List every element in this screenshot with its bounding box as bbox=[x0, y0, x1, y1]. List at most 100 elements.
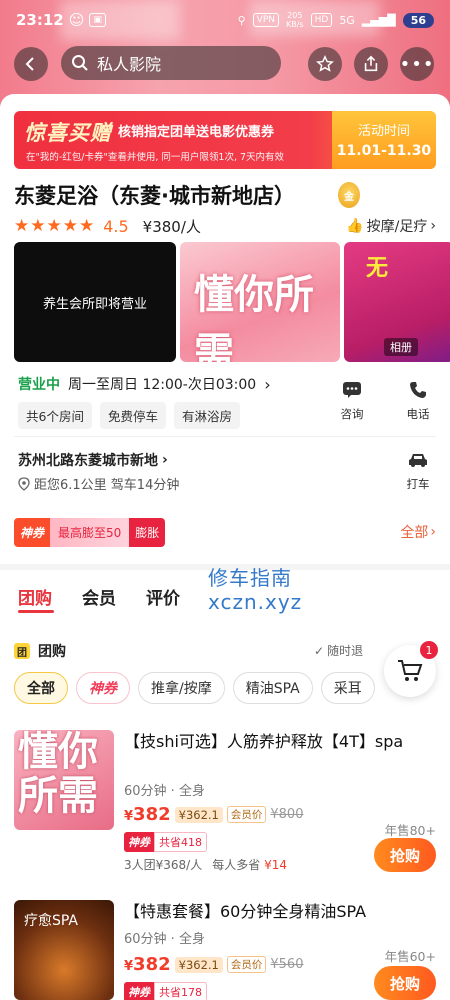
deal-image-text: 疗愈SPA bbox=[24, 913, 79, 929]
category-label: 按摩/足疗 bbox=[366, 219, 428, 235]
deal-title: 【技shi可选】人筋养护释放【4T】spa bbox=[124, 732, 404, 751]
buy-button[interactable]: 抢购 bbox=[374, 966, 436, 1000]
favorite-button[interactable] bbox=[308, 47, 342, 81]
filter-chip-oil-spa[interactable]: 精油SPA bbox=[232, 672, 313, 704]
photo-carousel[interactable]: 养生会所即将营业 懂你所需 无 相册 bbox=[14, 242, 450, 362]
deal-savings[interactable]: 神券 共省418 bbox=[124, 832, 207, 852]
album-label[interactable]: 相册 bbox=[384, 338, 418, 356]
deal-image: 疗愈SPA bbox=[14, 900, 114, 1000]
coupon-bar[interactable]: 神券 最高膨至50 膨胀 全部 › bbox=[14, 516, 436, 548]
location-icon: ⚲ bbox=[237, 13, 246, 27]
network-speed: 205 KB/s bbox=[286, 11, 304, 29]
chevron-left-icon bbox=[25, 57, 34, 71]
filter-chip-ear[interactable]: 采耳 bbox=[320, 672, 375, 704]
deal-price: ¥382 bbox=[124, 954, 171, 975]
feature-chip: 共6个房间 bbox=[18, 402, 92, 429]
shop-photo[interactable]: 无 相册 bbox=[344, 242, 450, 362]
phone-button[interactable]: 电话 bbox=[396, 378, 440, 422]
feature-chip: 免费停车 bbox=[99, 402, 166, 429]
search-bar[interactable]: 私人影院 bbox=[61, 46, 281, 80]
active-tab-indicator bbox=[18, 610, 54, 613]
filter-chip-massage[interactable]: 推拿/按摩 bbox=[138, 672, 225, 704]
watermark-line: 修车指南 bbox=[208, 566, 292, 590]
promo-banner[interactable]: 惊喜买赠 核销指定团单送电影优惠券 在"我的-红包/卡券"查看并使用, 同一用户… bbox=[14, 111, 436, 169]
all-coupons-link[interactable]: 全部 › bbox=[400, 522, 436, 542]
deal-savings[interactable]: 神券 共省178 bbox=[124, 982, 207, 1000]
status-bar: 23:12 ☺ ▣ ⚲ VPN 205 KB/s HD 5G ▂▄▆█ 56 bbox=[0, 0, 450, 40]
chevron-right-icon: › bbox=[264, 374, 271, 394]
deal-original-price: ¥800 bbox=[270, 807, 304, 822]
watermark-line: xczn.xyz bbox=[208, 590, 303, 614]
team-price: 3人团¥368/人 bbox=[124, 858, 203, 872]
deal-vip-price: ¥362.1 bbox=[174, 806, 223, 823]
promo-note: 在"我的-红包/卡券"查看并使用, 同一用户限领1次, 7天内有效 bbox=[26, 152, 285, 163]
group-buy-title: 团购 bbox=[38, 644, 66, 660]
filter-chip-all[interactable]: 全部 bbox=[14, 672, 68, 704]
address-text: 苏州北路东菱城市新地 bbox=[18, 453, 158, 469]
notification-icon: ▣ bbox=[89, 13, 106, 27]
status-time: 23:12 bbox=[16, 11, 64, 29]
photo-caption: 懂你所需 bbox=[194, 271, 314, 362]
watermark: 修车指南 xczn.xyz bbox=[208, 566, 302, 614]
team-buy-info: 3人团¥368/人 每人多省 ¥14 bbox=[124, 856, 287, 873]
consult-label: 咨询 bbox=[340, 407, 364, 421]
share-icon bbox=[364, 55, 378, 72]
deal-vip-price: ¥362.1 bbox=[174, 956, 223, 973]
promo-period-label: 活动时间 bbox=[357, 124, 410, 139]
share-button[interactable] bbox=[354, 47, 388, 81]
shop-photo[interactable]: 懂你所需 bbox=[180, 242, 340, 362]
search-text: 私人影院 bbox=[97, 55, 162, 74]
promo-headline: 核销指定团单送电影优惠券 bbox=[118, 125, 275, 140]
deal-item[interactable]: 疗愈SPA 【特惠套餐】60分钟全身精油SPA 60分钟 · 全身 ¥382 ¥… bbox=[14, 900, 436, 1000]
shen-coupon-tag: 神券 bbox=[124, 832, 154, 852]
top-nav: 私人影院 ••• bbox=[0, 44, 450, 84]
tab-group-buy[interactable]: 团购 bbox=[18, 584, 52, 609]
deal-original-price: ¥560 bbox=[270, 957, 304, 972]
cart-icon bbox=[398, 660, 423, 681]
address-link[interactable]: 苏州北路东菱城市新地 › bbox=[18, 450, 168, 470]
tab-membership[interactable]: 会员 bbox=[82, 584, 116, 609]
hours-text: 周一至周日 12:00-次日03:00 bbox=[68, 377, 257, 393]
deal-item[interactable]: 懂你所需 【技shi可选】人筋养护释放【4T】spa 60分钟 · 全身 ¥38… bbox=[14, 730, 436, 880]
deal-image: 懂你所需 bbox=[14, 730, 114, 830]
tab-reviews[interactable]: 评价 bbox=[146, 584, 180, 609]
shop-photo[interactable]: 养生会所即将营业 bbox=[14, 242, 176, 362]
group-buy-icon: 团 bbox=[14, 643, 30, 659]
shen-coupon-tag: 神券 bbox=[14, 517, 51, 547]
photo-caption: 无 bbox=[366, 256, 389, 281]
consult-button[interactable]: 咨询 bbox=[330, 378, 374, 422]
cart-count-badge: 1 bbox=[420, 641, 438, 659]
deal-price-row: ¥382 ¥362.1 会员价 ¥800 bbox=[124, 804, 303, 825]
vip-label: 会员价 bbox=[226, 956, 267, 973]
filter-chip-shen[interactable]: 神券 bbox=[76, 672, 130, 704]
more-button[interactable]: ••• bbox=[400, 47, 434, 81]
buy-button[interactable]: 抢购 bbox=[374, 838, 436, 872]
phone-label: 电话 bbox=[406, 407, 430, 421]
taxi-button[interactable]: 打车 bbox=[396, 448, 440, 492]
promo-period-dates: 11.01-11.30 bbox=[336, 143, 432, 159]
star-icon bbox=[316, 55, 334, 72]
sold-count: 年售60+ bbox=[384, 949, 436, 964]
phone-icon bbox=[406, 378, 430, 402]
section-tabs: 团购 会员 评价 bbox=[18, 584, 180, 609]
business-hours[interactable]: 营业中 周一至周日 12:00-次日03:00 › bbox=[18, 374, 271, 394]
group-buy-header: 团 团购 bbox=[14, 640, 436, 662]
chevron-right-icon: › bbox=[162, 452, 168, 468]
category-link[interactable]: 👍 按摩/足疗 › bbox=[346, 216, 436, 236]
chevron-right-icon: › bbox=[430, 218, 436, 234]
coupon-expand-button[interactable]: 膨胀 bbox=[129, 517, 166, 547]
deal-title: 【特惠套餐】60分钟全身精油SPA bbox=[124, 902, 367, 921]
rating-stars: ★★★★★ bbox=[14, 216, 96, 236]
gold-medal-icon: 金 bbox=[338, 182, 360, 208]
vpn-badge: VPN bbox=[252, 13, 279, 27]
back-button[interactable] bbox=[14, 47, 48, 81]
check-circle-icon: ✓ bbox=[314, 643, 325, 658]
photo-caption: 养生会所即将营业 bbox=[42, 296, 147, 312]
price-per-person: ¥380/人 bbox=[142, 217, 201, 236]
car-icon bbox=[406, 448, 430, 472]
all-coupons-label: 全部 bbox=[400, 525, 429, 541]
deal-meta: 60分钟 · 全身 bbox=[124, 784, 205, 799]
deal-meta: 60分钟 · 全身 bbox=[124, 932, 205, 947]
more-dots-icon: ••• bbox=[399, 53, 435, 75]
sold-count: 年售80+ bbox=[384, 823, 436, 838]
